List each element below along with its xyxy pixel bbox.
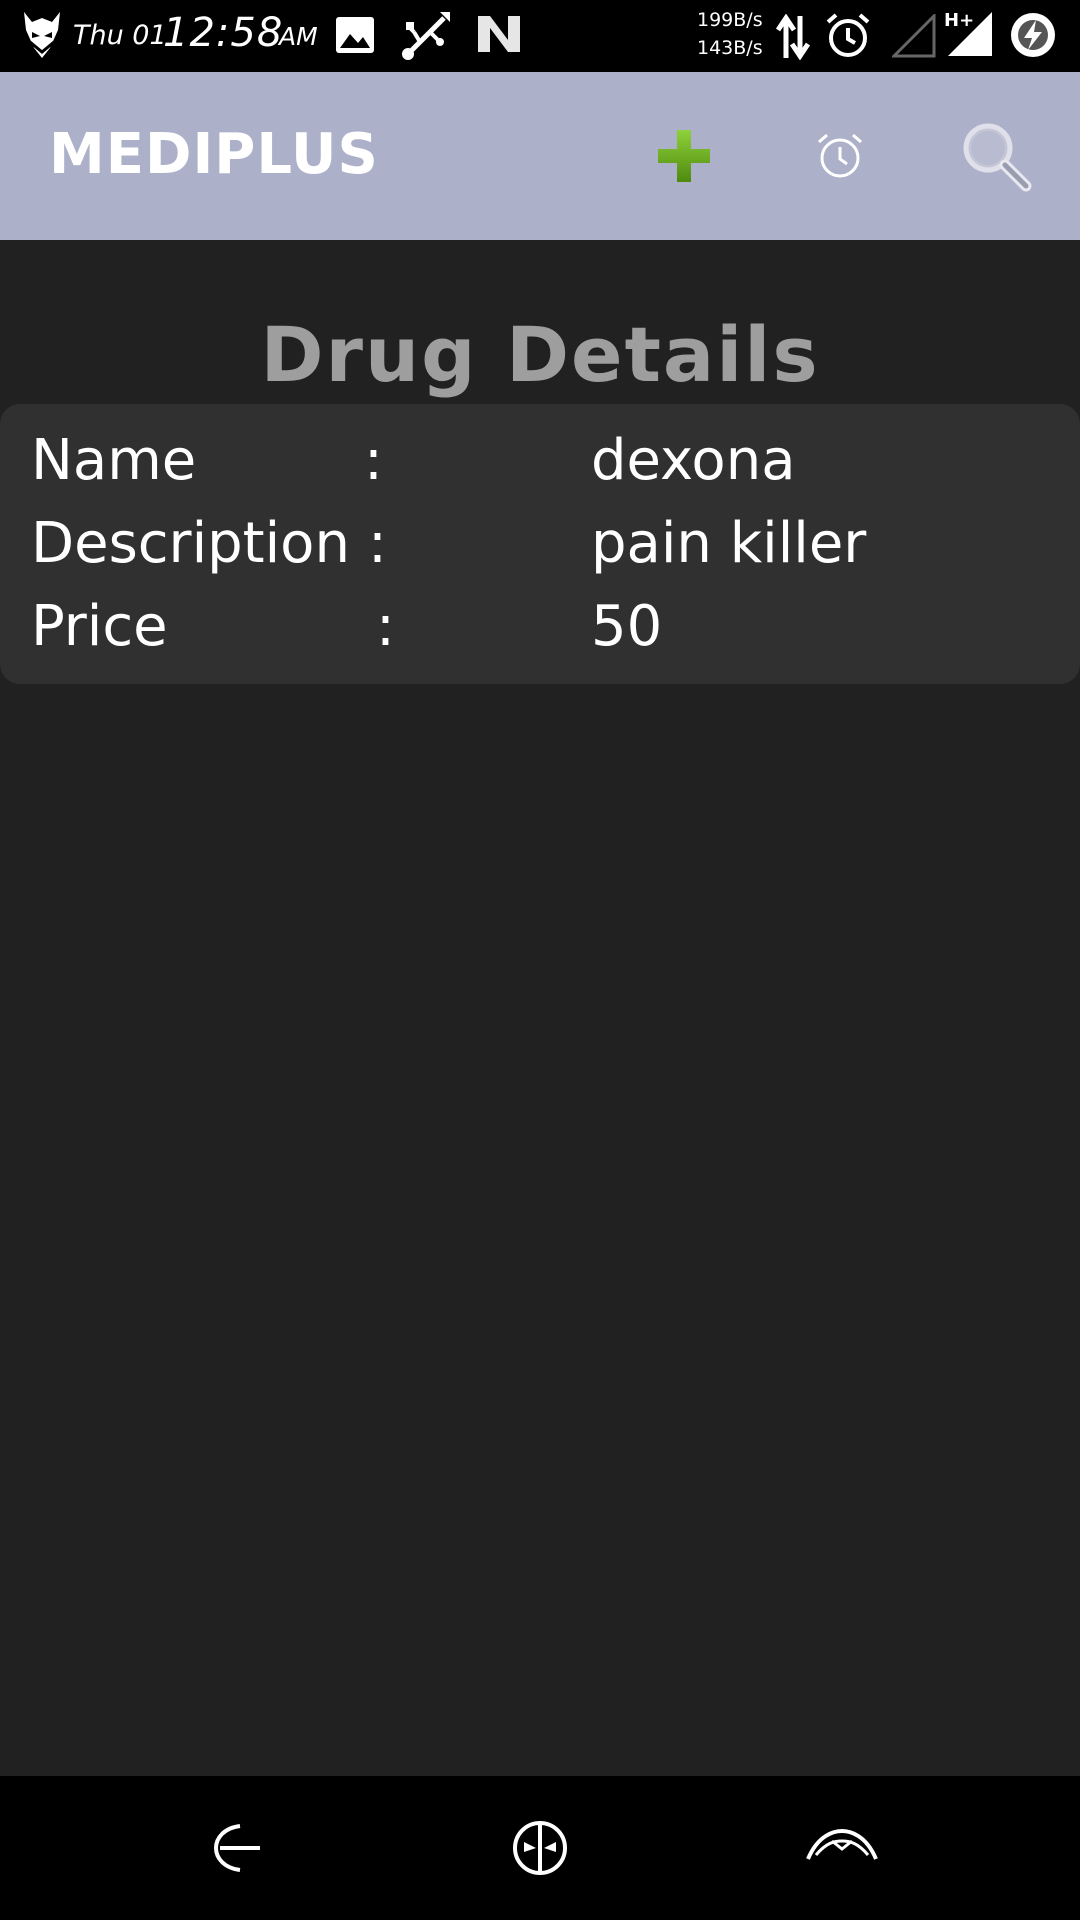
name-colon: : bbox=[364, 428, 383, 493]
detail-row-price: Price : 50 bbox=[0, 594, 1080, 674]
speed-up: 199B/s bbox=[697, 9, 763, 31]
app-title: MEDIPLUS bbox=[49, 122, 379, 187]
app-bar: MEDIPLUS bbox=[0, 72, 1080, 240]
name-value: dexona bbox=[591, 428, 796, 493]
signal-empty-icon bbox=[890, 12, 936, 62]
mascot-icon bbox=[20, 8, 64, 66]
detail-row-name: Name : dexona bbox=[0, 428, 1080, 508]
home-button[interactable] bbox=[500, 1808, 580, 1888]
status-time: 12:58 bbox=[163, 10, 284, 56]
network-speed: 199B/s 143B/s bbox=[697, 6, 763, 62]
name-label: Name bbox=[31, 428, 197, 493]
add-button[interactable] bbox=[640, 112, 728, 200]
search-button[interactable] bbox=[952, 112, 1040, 200]
alarm-icon bbox=[818, 133, 862, 178]
recents-button[interactable] bbox=[802, 1808, 882, 1888]
price-colon: : bbox=[376, 594, 395, 659]
recents-icon bbox=[806, 1828, 878, 1860]
speed-down: 143B/s bbox=[697, 37, 763, 59]
page-heading: Drug Details bbox=[260, 310, 820, 399]
price-label: Price bbox=[31, 594, 168, 659]
network-type: H+ bbox=[944, 10, 974, 31]
alarm-icon bbox=[824, 12, 872, 64]
add-icon bbox=[658, 130, 710, 182]
drug-details-card: Name : dexona Description : pain killer … bbox=[0, 404, 1080, 684]
alarm-button[interactable] bbox=[796, 112, 884, 200]
search-icon bbox=[963, 123, 1032, 192]
hplus-signal-icon: H+ bbox=[944, 8, 994, 62]
detail-row-description: Description : pain killer bbox=[0, 511, 1080, 591]
image-icon bbox=[335, 16, 375, 58]
description-label: Description bbox=[31, 511, 350, 576]
usb-icon bbox=[400, 8, 454, 66]
description-colon: : bbox=[368, 511, 387, 576]
battery-charging-icon bbox=[1008, 10, 1058, 64]
price-value: 50 bbox=[591, 594, 663, 659]
back-icon bbox=[213, 1824, 260, 1872]
status-ampm: AM bbox=[279, 22, 318, 51]
back-button[interactable] bbox=[196, 1808, 276, 1888]
navigation-bar bbox=[0, 1776, 1080, 1920]
home-icon bbox=[513, 1821, 567, 1875]
data-arrows-icon bbox=[775, 13, 811, 64]
status-day: Thu 01 bbox=[73, 20, 167, 51]
description-value: pain killer bbox=[591, 511, 867, 576]
status-bar: Thu 01 12:58 AM 199B/s 143B/s H+ bbox=[0, 0, 1080, 72]
n-icon bbox=[476, 14, 522, 58]
